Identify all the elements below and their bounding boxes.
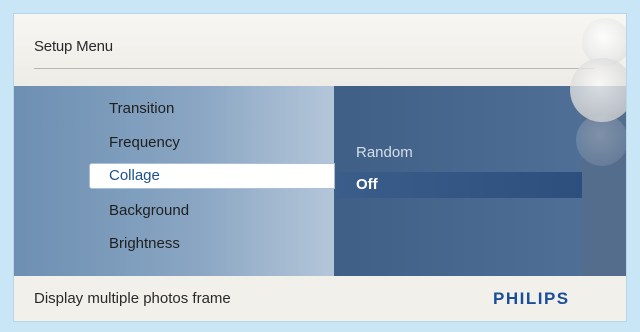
help-text: Display multiple photos frame [34,290,231,307]
menu-item-background[interactable]: Background [109,202,189,219]
page-title: Setup Menu [34,38,113,55]
control-button-icon[interactable] [576,114,626,166]
submenu-item-off[interactable]: Off [336,172,582,198]
header: Setup Menu [14,14,626,86]
menu-item-brightness[interactable]: Brightness [109,235,180,252]
menu-item-transition[interactable]: Transition [109,100,174,117]
menu-item-frequency[interactable]: Frequency [109,134,180,151]
menu-item-collage[interactable]: Collage [90,164,334,188]
photo-frame-screen: Setup Menu Transition Frequency Collage … [14,14,626,321]
philips-logo: PHILIPS [493,289,570,308]
header-divider [34,68,594,69]
control-dial-icon[interactable] [570,58,626,122]
submenu-item-random[interactable]: Random [356,144,413,161]
footer: Display multiple photos frame PHILIPS [14,276,626,321]
